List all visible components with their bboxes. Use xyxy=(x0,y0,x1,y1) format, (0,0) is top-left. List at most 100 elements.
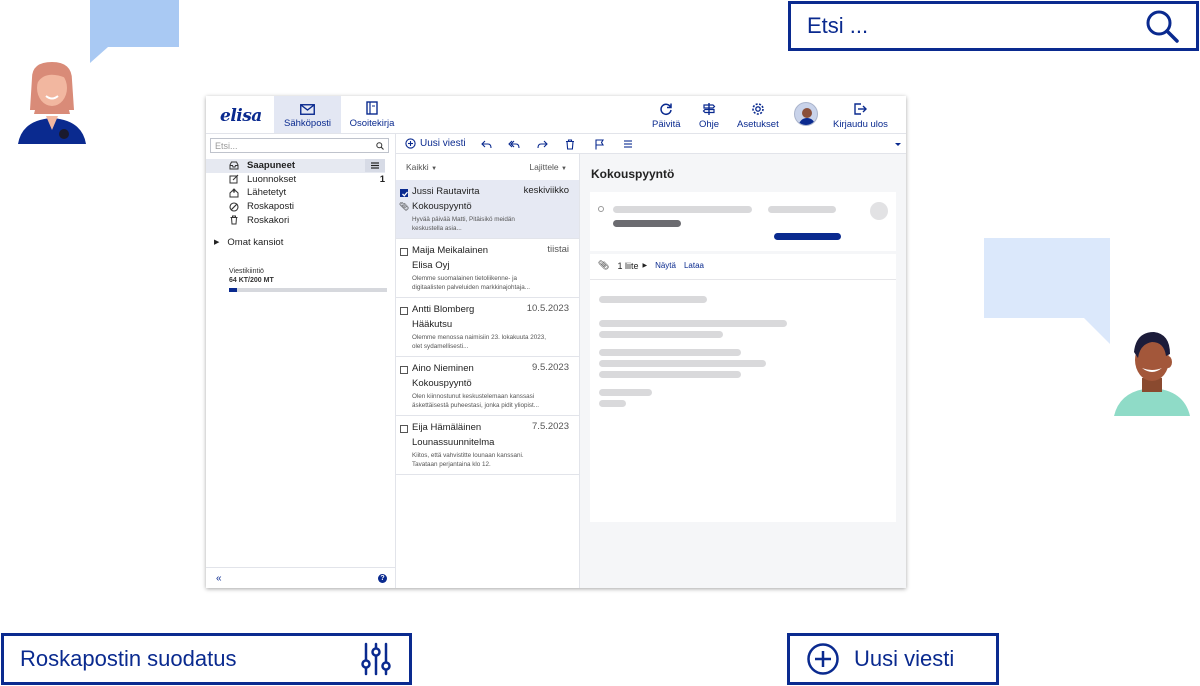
folder-label: Roskakori xyxy=(247,214,290,226)
sent-icon xyxy=(229,188,239,198)
message-row[interactable]: Antti Blomberg 10.5.2023 Hääkutsu Olemme… xyxy=(396,298,579,357)
settings-label: Asetukset xyxy=(737,119,779,130)
folder-drafts[interactable]: Luonnokset 1 xyxy=(206,173,395,187)
spam-filter-callout[interactable]: Roskapostin suodatus xyxy=(1,633,412,685)
tab-mail[interactable]: Sähköposti xyxy=(274,96,341,133)
gear-icon xyxy=(752,103,764,115)
help-button[interactable]: Ohje xyxy=(699,102,719,130)
message-preview: Hyvää päivää Matti, Pitäisikö meidän kes… xyxy=(412,216,515,232)
chevron-down-icon: ▼ xyxy=(431,166,438,172)
message-checkbox[interactable] xyxy=(400,307,408,315)
folder-menu-button[interactable] xyxy=(365,159,385,173)
new-message-button[interactable]: Uusi viesti xyxy=(405,138,466,149)
flag-icon[interactable] xyxy=(593,138,605,150)
mail-app-window: elisa Sähköposti Osoitekirja Päivitä Ohj… xyxy=(206,96,906,588)
message-checkbox[interactable] xyxy=(400,366,408,374)
help-icon[interactable]: ? xyxy=(378,573,387,583)
skeleton-line xyxy=(774,233,841,240)
message-date: tiistai xyxy=(547,244,569,255)
toolbar-dropdown-icon[interactable] xyxy=(892,138,904,150)
message-body-card: 📎︎ 1 liite ▶ Näytä Lataa xyxy=(590,254,896,522)
tab-contacts[interactable]: Osoitekirja xyxy=(346,96,398,133)
message-header-card xyxy=(590,192,896,251)
speech-bubble-left xyxy=(90,0,179,63)
message-row[interactable]: Aino Nieminen 9.5.2023 Kokouspyyntö Olen… xyxy=(396,357,579,416)
logout-icon xyxy=(854,103,868,115)
skeleton-line xyxy=(613,220,681,227)
message-preview: Olemme menossa naimisiin 23. lokakuuta 2… xyxy=(412,334,547,350)
logout-button[interactable]: Kirjaudu ulos xyxy=(833,102,888,130)
message-date: keskiviikko xyxy=(523,185,569,196)
message-subject: Hääkutsu xyxy=(412,319,453,330)
help-label: Ohje xyxy=(699,119,720,130)
attachment-count[interactable]: 1 liite xyxy=(617,261,638,271)
search-callout[interactable]: Etsi ... xyxy=(788,1,1199,51)
folder-spam[interactable]: Roskaposti xyxy=(206,200,395,214)
message-date: 7.5.2023 xyxy=(532,421,569,432)
folder-trash[interactable]: Roskakori xyxy=(206,213,395,227)
mail-quota: Viestikiintiö 64 KT/200 MT xyxy=(206,268,395,292)
folder-label: Roskaposti xyxy=(247,201,294,213)
more-actions-icon[interactable] xyxy=(622,138,634,150)
trash-icon xyxy=(229,215,239,225)
my-folders-label: Omat kansiot xyxy=(227,236,284,248)
filter-dropdown[interactable]: Kaikki ▼ xyxy=(406,162,437,172)
envelope-icon xyxy=(300,104,315,115)
signpost-icon xyxy=(702,103,716,115)
status-dot-icon xyxy=(598,206,604,212)
message-checkbox[interactable] xyxy=(400,189,408,197)
skeleton-line xyxy=(599,320,787,327)
skeleton-line xyxy=(599,389,652,396)
skeleton-line xyxy=(599,400,626,407)
new-message-callout[interactable]: Uusi viesti xyxy=(787,633,999,685)
reading-pane: Kokouspyyntö 📎︎ 1 liite ▶ Näytä Lataa xyxy=(580,154,906,588)
quota-value: 64 KT/200 MT xyxy=(229,276,274,284)
user-avatar[interactable] xyxy=(794,102,818,126)
skeleton-line xyxy=(599,296,707,303)
sort-dropdown[interactable]: Lajittele ▼ xyxy=(529,162,567,172)
settings-button[interactable]: Asetukset xyxy=(737,102,779,130)
download-attachment-link[interactable]: Lataa xyxy=(684,261,704,270)
delete-icon[interactable] xyxy=(564,138,576,150)
skeleton-line xyxy=(599,331,723,338)
new-message-label: Uusi viesti xyxy=(420,138,466,149)
sliders-icon xyxy=(361,642,391,676)
caret-right-icon: ▶ xyxy=(214,239,220,247)
refresh-button[interactable]: Päivitä xyxy=(652,102,681,130)
message-row[interactable]: Eija Hämäläinen 7.5.2023 Lounassuunnitel… xyxy=(396,416,579,475)
folder-search-input[interactable]: Etsi... xyxy=(210,138,389,153)
reply-all-icon[interactable] xyxy=(508,138,520,150)
message-checkbox[interactable] xyxy=(400,425,408,433)
message-row[interactable]: 📎︎ Jussi Rautavirta keskiviikko Kokouspy… xyxy=(396,180,579,239)
refresh-label: Päivitä xyxy=(652,119,681,130)
elisa-logo: elisa xyxy=(220,106,262,126)
message-subject: Lounassuunnitelma xyxy=(412,437,495,448)
message-toolbar: Uusi viesti xyxy=(396,134,906,154)
spam-filter-label: Roskapostin suodatus xyxy=(20,646,237,671)
list-header: Kaikki ▼ Lajittele ▼ xyxy=(396,154,579,180)
quota-bar xyxy=(229,287,387,292)
forward-icon[interactable] xyxy=(536,138,548,150)
folder-label: Lähetetyt xyxy=(247,187,287,199)
quota-bar-fill xyxy=(229,287,237,292)
folder-inbox[interactable]: Saapuneet xyxy=(206,159,385,173)
folder-label: Saapuneet xyxy=(247,160,296,172)
refresh-icon xyxy=(660,103,672,116)
message-preview: Olemme suomalainen tietoliikenne- ja dig… xyxy=(412,275,530,291)
attachment-bar: 📎︎ 1 liite ▶ Näytä Lataa xyxy=(598,260,704,271)
chevron-down-icon: ▼ xyxy=(561,166,567,172)
collapse-sidebar-icon[interactable]: « xyxy=(216,573,222,584)
spam-icon xyxy=(229,202,239,212)
message-row[interactable]: Maija Meikalainen tiistai Elisa Oyj Olem… xyxy=(396,239,579,298)
search-callout-label: Etsi ... xyxy=(807,13,869,38)
address-book-icon xyxy=(366,101,378,115)
skeleton-line xyxy=(613,206,752,213)
folder-sent[interactable]: Lähetetyt xyxy=(206,186,395,200)
sidebar-footer: « ? xyxy=(206,567,395,588)
my-folders-toggle[interactable]: ▶ Omat kansiot xyxy=(206,237,395,248)
plus-circle-icon xyxy=(405,138,416,149)
message-preview: Kiitos, että vahvistitte lounaan kanssan… xyxy=(412,452,524,468)
reply-icon[interactable] xyxy=(480,138,492,150)
message-checkbox[interactable] xyxy=(400,248,408,256)
view-attachment-link[interactable]: Näytä xyxy=(655,261,676,270)
